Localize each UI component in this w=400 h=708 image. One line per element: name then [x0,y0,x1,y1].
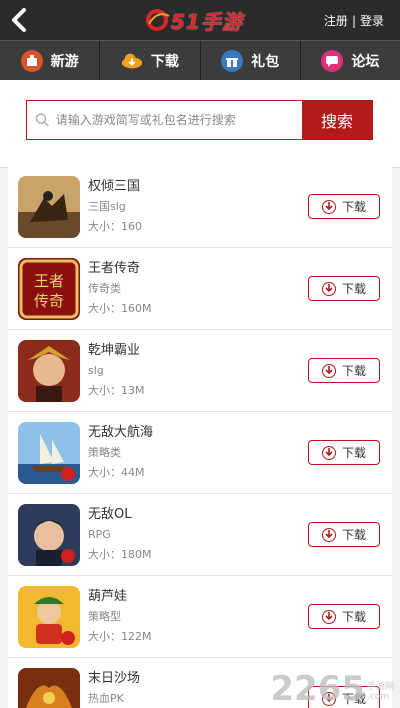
game-size: 大小：160M [88,302,152,315]
search-section: 搜索 [0,80,400,168]
site-logo[interactable]: 51手游 [145,6,243,34]
game-thumbnail[interactable] [18,176,80,238]
game-size: 大小：44M [88,466,145,479]
top-bar: 51手游 注册 | 登录 [0,0,400,40]
game-info: 葫芦娃 策略型 大小：122M [88,588,152,646]
game-info: 末日沙场 热血PK [88,670,140,708]
game-thumbnail[interactable] [18,504,80,566]
watermark-suffix-top: 手游网 [366,682,394,692]
list-item[interactable]: 葫芦娃 策略型 大小：122M 下载 [8,576,392,658]
search-button[interactable]: 搜索 [302,101,372,139]
game-size: 大小：160 [88,220,142,233]
gift-icon [221,49,244,72]
search-input-wrap [27,101,302,139]
download-label: 下载 [341,446,366,460]
game-name[interactable]: 权倾三国 [88,178,142,196]
game-info: 无敌OL RPG 大小：180M [88,506,152,564]
game-category: 三国slg [88,200,126,213]
game-name[interactable]: 王者传奇 [88,260,152,278]
download-label: 下载 [341,364,366,378]
download-button[interactable]: 下载 [308,522,380,547]
game-thumbnail[interactable] [18,340,80,402]
game-size: 大小：122M [88,630,152,643]
category-nav: 新游 下载 礼包 论坛 [0,40,400,80]
nav-label: 新游 [50,53,79,70]
nav-item-download[interactable]: 下载 [100,41,201,80]
auth-links: 注册 | 登录 [324,12,384,29]
watermark-text: 手游网 .com [367,679,394,702]
game-size: 大小：180M [88,548,152,561]
search-input[interactable] [55,113,302,127]
game-name[interactable]: 无敌OL [88,506,152,524]
login-link[interactable]: 登录 [360,12,384,29]
game-name[interactable]: 葫芦娃 [88,588,152,606]
list-item[interactable]: 乾坤霸业 slg 大小：13M 下载 [8,330,392,412]
list-item[interactable]: 无敌OL RPG 大小：180M 下载 [8,494,392,576]
game-thumbnail[interactable] [18,422,80,484]
chevron-left-icon [12,8,26,32]
logo-text: 51手游 [171,9,243,34]
list-item[interactable]: 王者 传奇 王者传奇 传奇类 大小：160M 下载 [8,248,392,330]
download-arrow-icon [321,445,336,460]
download-button[interactable]: 下载 [308,604,380,629]
back-button[interactable] [6,5,34,35]
game-info: 无敌大航海 策略类 大小：44M [88,424,153,482]
nav-item-gifts[interactable]: 礼包 [201,41,301,80]
watermark-number: 2265 [270,669,365,708]
download-arrow-icon [321,363,336,378]
logo-swirl-icon [146,9,170,31]
game-info: 乾坤霸业 slg 大小：13M [88,342,145,400]
download-arrow-icon [321,281,336,296]
nav-label: 下载 [150,53,179,70]
game-name[interactable]: 乾坤霸业 [88,342,145,360]
svg-text:传奇: 传奇 [34,292,64,310]
download-label: 下载 [341,282,366,296]
auth-separator: | [351,13,356,28]
site-watermark: 2265 手游网 .com [270,672,394,706]
game-category: 策略型 [88,610,121,623]
list-item[interactable]: 权倾三国 三国slg 大小：160 下载 [8,166,392,248]
game-name[interactable]: 无敌大航海 [88,424,153,442]
nav-item-new-games[interactable]: 新游 [0,41,101,80]
game-category: RPG [88,528,111,541]
game-thumbnail[interactable] [18,586,80,648]
game-list: 权倾三国 三国slg 大小：160 下载 王者 传奇 王者传奇 传奇类 大小：16… [8,166,392,708]
download-button[interactable]: 下载 [308,194,380,219]
game-category: 策略类 [88,446,121,459]
nav-item-forum[interactable]: 论坛 [301,41,400,80]
download-button[interactable]: 下载 [308,440,380,465]
cloud-download-icon [121,50,143,72]
game-category: 热血PK [88,692,124,705]
search-icon [35,113,49,127]
list-item[interactable]: 无敌大航海 策略类 大小：44M 下载 [8,412,392,494]
download-arrow-icon [321,609,336,624]
download-label: 下载 [341,610,366,624]
game-size: 大小：13M [88,384,145,397]
new-game-icon [20,49,43,72]
download-arrow-icon [321,527,336,542]
download-arrow-icon [321,199,336,214]
game-category: slg [88,364,104,377]
download-button[interactable]: 下载 [308,358,380,383]
game-info: 王者传奇 传奇类 大小：160M [88,260,152,318]
download-button[interactable]: 下载 [308,276,380,301]
game-thumbnail[interactable] [18,668,80,708]
watermark-suffix-bottom: .com [366,692,390,702]
search-box: 搜索 [26,100,373,140]
game-thumbnail[interactable]: 王者 传奇 [18,258,80,320]
game-category: 传奇类 [88,282,121,295]
forum-icon [321,49,344,72]
svg-text:王者: 王者 [34,272,64,290]
nav-label: 礼包 [251,53,280,70]
game-info: 权倾三国 三国slg 大小：160 [88,178,142,236]
nav-label: 论坛 [351,53,380,70]
game-name[interactable]: 末日沙场 [88,670,140,688]
download-label: 下载 [341,200,366,214]
register-link[interactable]: 注册 [324,12,348,29]
download-label: 下载 [341,528,366,542]
